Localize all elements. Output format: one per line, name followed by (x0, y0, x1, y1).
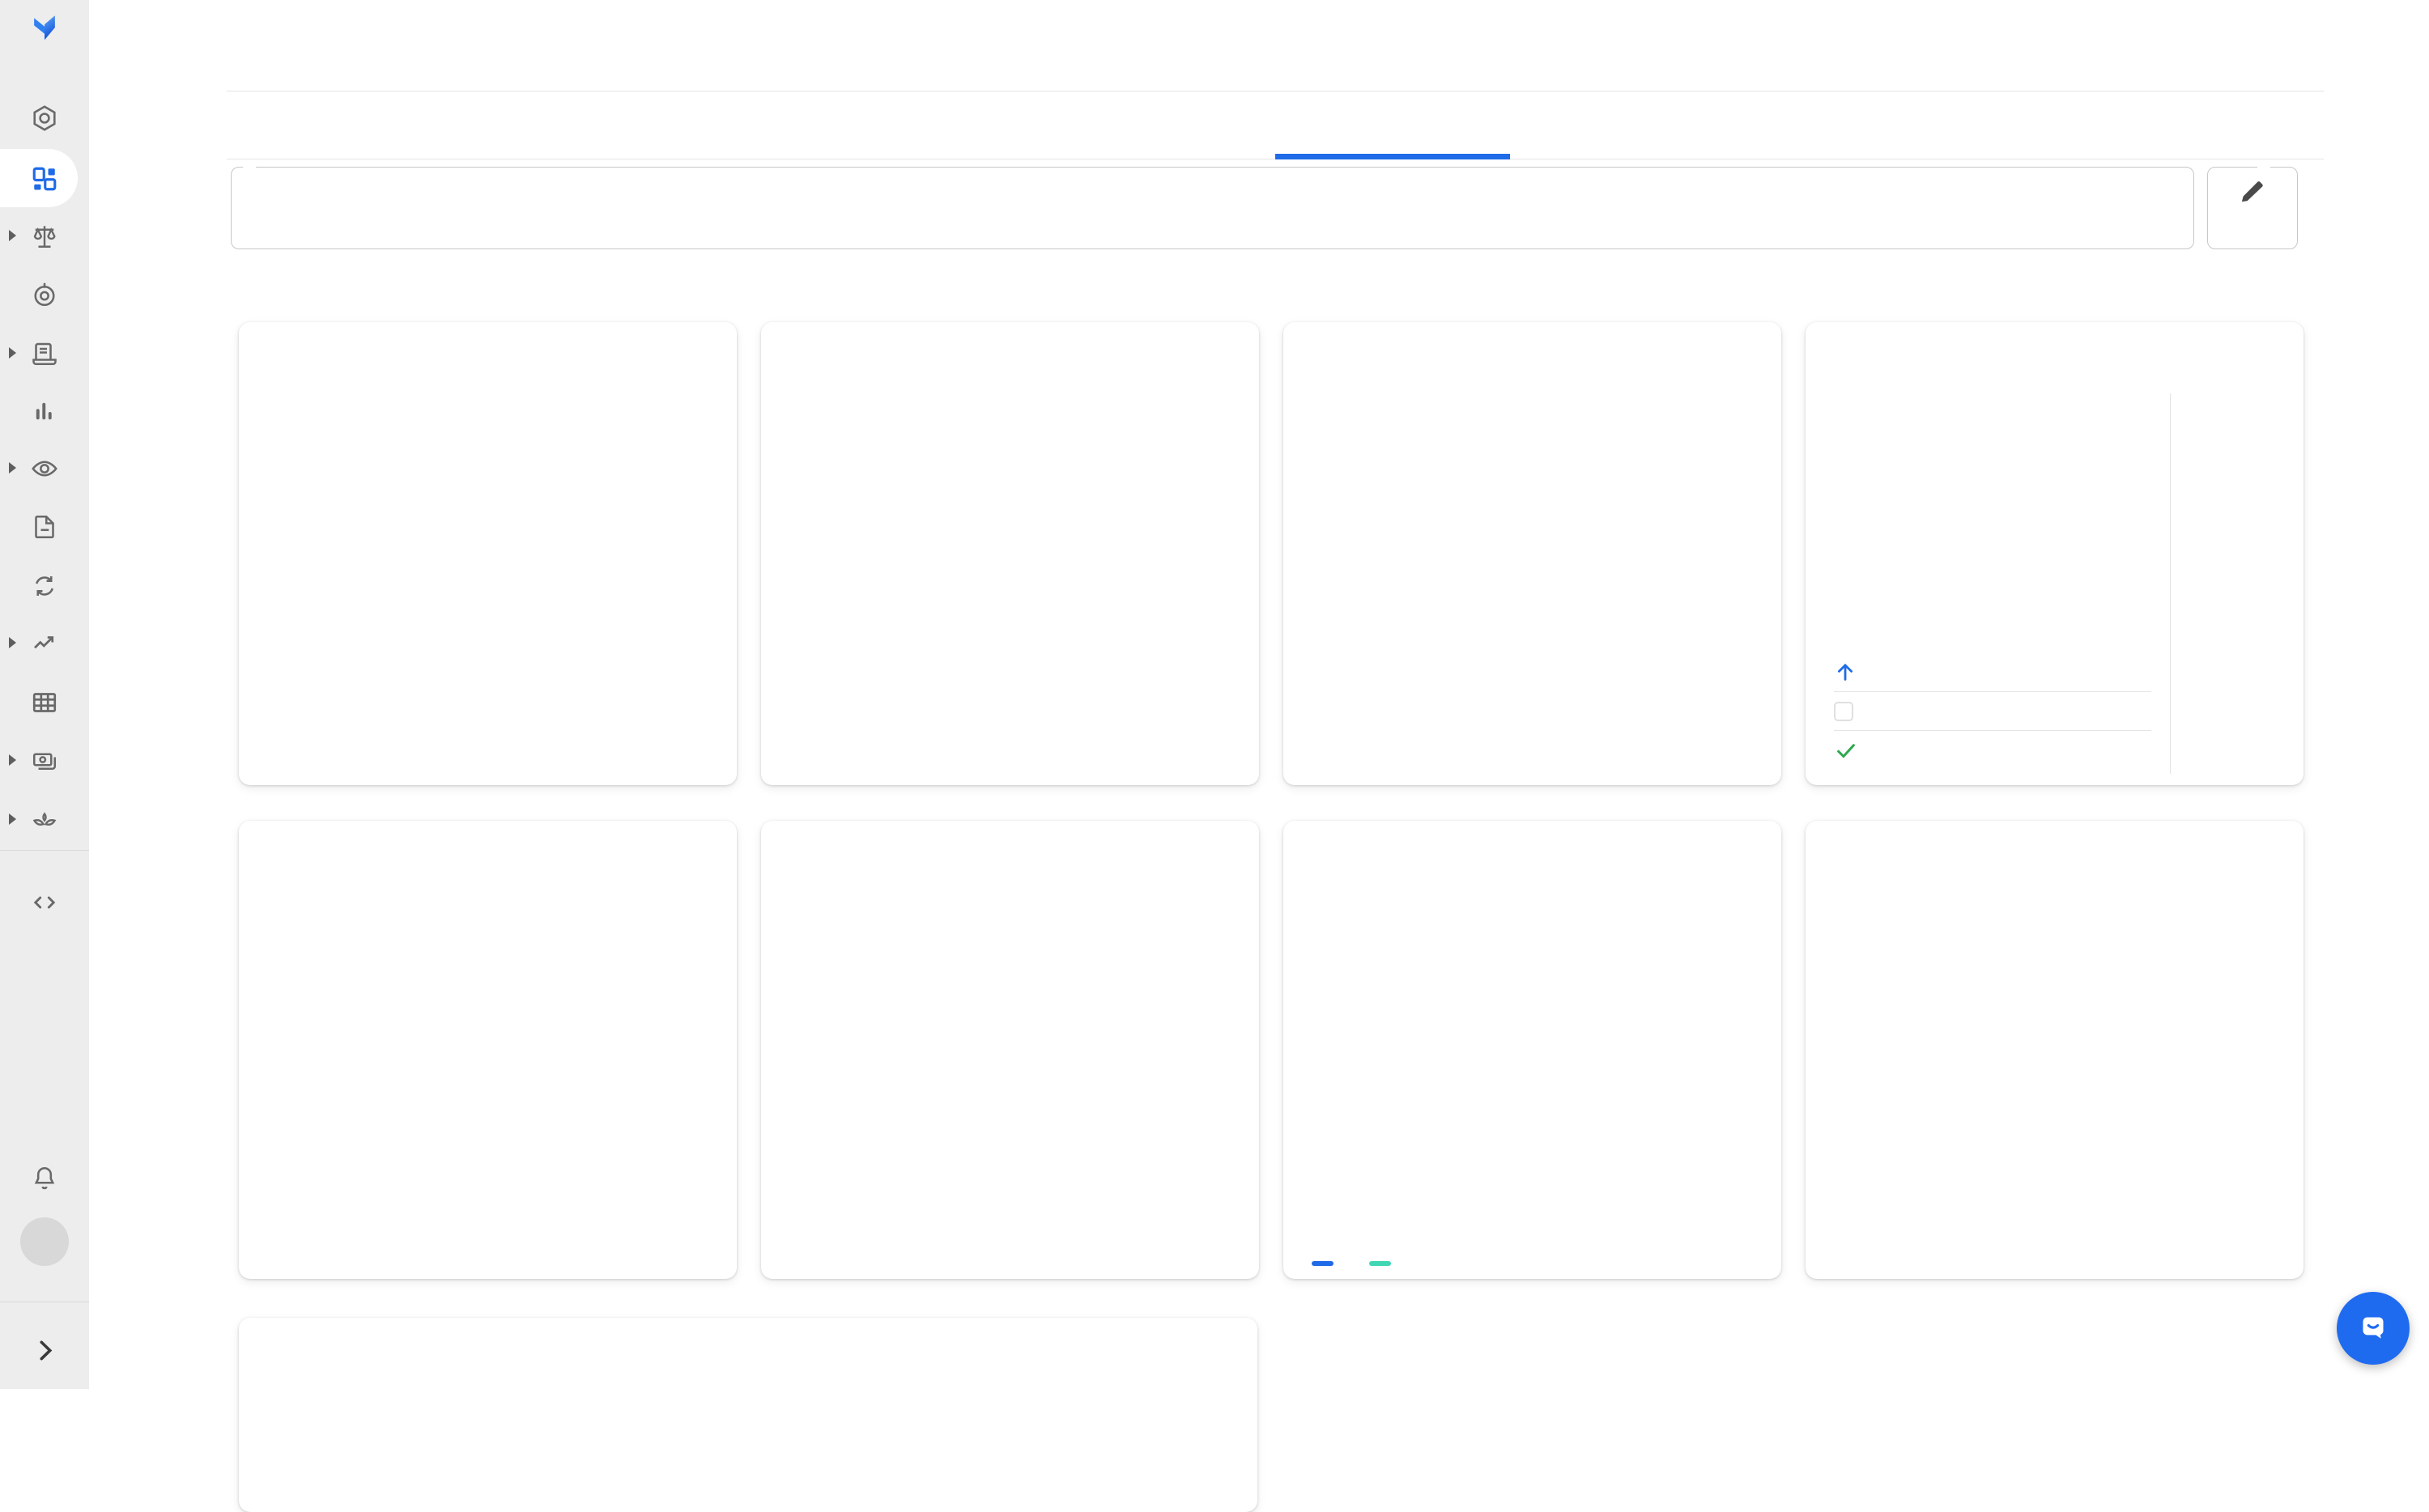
scales-icon (30, 222, 59, 251)
gear-icon (30, 104, 59, 133)
tab-executive[interactable] (1275, 91, 1510, 159)
arrow-up-icon (1834, 660, 1857, 683)
chat-launcher-button[interactable] (2337, 1292, 2410, 1365)
avatar[interactable] (20, 1217, 69, 1266)
target-bal-row (1834, 691, 2151, 730)
chart-legend (1312, 1261, 1399, 1266)
sidebar (0, 0, 89, 1389)
edit-button[interactable] (2207, 167, 2298, 249)
sidebar-item-data[interactable] (0, 688, 89, 717)
sidebar-item-settings[interactable] (0, 104, 89, 133)
bar-chart-icon (30, 397, 59, 426)
legend-item-forecast (1369, 1261, 1399, 1266)
sidebar-item-growth[interactable] (0, 805, 89, 835)
receipt-icon (30, 339, 59, 368)
chat-icon (2353, 1308, 2393, 1348)
sidebar-expand-button[interactable] (0, 1336, 89, 1365)
payments-icon (30, 746, 59, 775)
sidebar-item-dashboard[interactable] (0, 164, 89, 193)
app-logo[interactable] (0, 13, 89, 42)
bar-chart (249, 1004, 727, 1275)
code-icon (30, 888, 59, 917)
sidebar-item-analysis[interactable] (0, 397, 89, 426)
sidebar-item-developer[interactable] (0, 888, 89, 917)
document-icon (30, 512, 59, 542)
trend-icon (30, 629, 59, 658)
card-balances-by-entity (761, 821, 1259, 1279)
dashboard-grid-icon (30, 164, 59, 193)
sidebar-divider (0, 850, 89, 851)
sync-icon (30, 571, 59, 601)
card-acme-corp (1283, 821, 1781, 1279)
search-input[interactable] (248, 169, 2150, 210)
pie-chart (771, 979, 1249, 1276)
tabs-bar (227, 91, 2324, 159)
tab-treasury[interactable] (1040, 91, 1275, 159)
net-excess-row (1834, 652, 2151, 691)
line-chart (1309, 957, 1755, 1229)
pencil-icon (2235, 174, 2269, 208)
card-smart-home (239, 821, 737, 1279)
legend-swatch-forecast (1369, 1261, 1391, 1266)
card-us-ops-cash-position (1806, 322, 2304, 785)
eye-icon (30, 454, 59, 483)
sidebar-item-reports[interactable] (0, 512, 89, 542)
search-dashboard-field (231, 167, 2194, 249)
plant-icon (30, 805, 59, 835)
card-key-vendors (239, 1318, 1257, 1512)
sidebar-item-payments[interactable] (0, 746, 89, 775)
donut-chart (2184, 672, 2285, 772)
card-collections (239, 322, 737, 785)
sidebar-item-balances[interactable] (0, 222, 89, 251)
sidebar-item-recurring[interactable] (0, 571, 89, 601)
scatter-chart (761, 500, 1259, 785)
sidebar-item-forecasts[interactable] (0, 629, 89, 658)
sidebar-item-transactions[interactable] (0, 339, 89, 368)
bell-icon (30, 1164, 59, 1193)
sidebar-item-insights[interactable] (0, 454, 89, 483)
goal-icon (30, 280, 59, 309)
table-icon (30, 688, 59, 717)
checkbox-icon[interactable] (1834, 702, 1853, 721)
area-chart (1283, 484, 1781, 780)
notifications-button[interactable] (0, 1164, 89, 1193)
card-prev-day-trans (1806, 821, 2304, 1279)
range-bar-chart (1818, 1023, 2291, 1269)
card-unapproved-debit (761, 322, 1259, 785)
trovata-logo-icon (30, 13, 59, 42)
sidebar-item-goals[interactable] (0, 280, 89, 309)
legend-item-actual (1312, 1261, 1342, 1266)
check-icon (1834, 738, 1858, 762)
legend-swatch-actual (1312, 1261, 1334, 1266)
stacked-bar-chart (245, 510, 730, 781)
status-row (1834, 730, 2151, 769)
vertical-divider (2170, 393, 2171, 774)
chevron-right-icon (30, 1336, 59, 1365)
card-cash-balance-trends (1283, 322, 1781, 785)
